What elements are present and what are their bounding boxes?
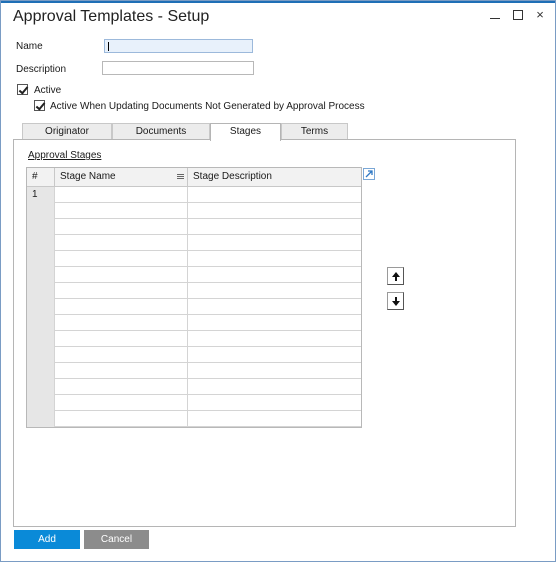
stage-name-cell[interactable] <box>55 363 188 379</box>
row-number-cell <box>27 235 55 251</box>
stage-description-cell[interactable] <box>188 331 362 347</box>
table-row[interactable] <box>27 379 361 395</box>
table-row[interactable]: 1 <box>27 187 361 203</box>
table-row[interactable] <box>27 315 361 331</box>
stage-description-cell[interactable] <box>188 363 362 379</box>
table-row[interactable] <box>27 347 361 363</box>
move-up-button[interactable] <box>387 267 404 285</box>
row-number-cell <box>27 283 55 299</box>
active-label: Active <box>34 85 62 96</box>
row-number-cell <box>27 315 55 331</box>
column-header-stage-description[interactable]: Stage Description <box>188 168 362 187</box>
table-row[interactable] <box>27 299 361 315</box>
table-row[interactable] <box>27 267 361 283</box>
table-row[interactable] <box>27 411 361 427</box>
stage-name-cell[interactable] <box>55 331 188 347</box>
row-number-cell <box>27 219 55 235</box>
row-number-cell <box>27 203 55 219</box>
row-number-cell <box>27 299 55 315</box>
tab-documents[interactable]: Documents <box>112 123 210 140</box>
stage-description-cell[interactable] <box>188 219 362 235</box>
close-button[interactable]: × <box>532 7 548 23</box>
row-number-cell <box>27 331 55 347</box>
maximize-icon <box>513 10 523 20</box>
stage-description-cell[interactable] <box>188 267 362 283</box>
tab-stages[interactable]: Stages <box>210 123 281 141</box>
minimize-icon <box>490 18 500 19</box>
table-row[interactable] <box>27 251 361 267</box>
stage-description-cell[interactable] <box>188 283 362 299</box>
text-caret <box>108 42 109 51</box>
table-row[interactable] <box>27 363 361 379</box>
window-title: Approval Templates - Setup <box>13 8 210 25</box>
stage-description-cell[interactable] <box>188 299 362 315</box>
name-input[interactable] <box>104 39 253 53</box>
move-down-button[interactable] <box>387 292 404 310</box>
table-row[interactable] <box>27 331 361 347</box>
expand-icon[interactable] <box>363 168 375 180</box>
stage-name-cell[interactable] <box>55 379 188 395</box>
stage-name-cell[interactable] <box>55 251 188 267</box>
stage-name-cell[interactable] <box>55 187 188 203</box>
row-number-cell <box>27 411 55 427</box>
stage-description-cell[interactable] <box>188 187 362 203</box>
stage-name-cell[interactable] <box>55 219 188 235</box>
stage-name-cell[interactable] <box>55 283 188 299</box>
row-number-cell <box>27 379 55 395</box>
table-row[interactable] <box>27 203 361 219</box>
arrow-up-icon <box>392 272 400 281</box>
description-label: Description <box>16 64 67 75</box>
tab-terms[interactable]: Terms <box>281 123 348 140</box>
stage-description-cell[interactable] <box>188 411 362 427</box>
active-when-updating-label: Active When Updating Documents Not Gener… <box>50 101 365 112</box>
tab-originator[interactable]: Originator <box>22 123 112 140</box>
table-row[interactable] <box>27 219 361 235</box>
stage-name-cell[interactable] <box>55 411 188 427</box>
table-row[interactable] <box>27 283 361 299</box>
stage-name-cell[interactable] <box>55 203 188 219</box>
name-label: Name <box>16 41 43 52</box>
menu-icon[interactable] <box>177 174 184 179</box>
window-accent-line <box>1 1 555 3</box>
stage-description-cell[interactable] <box>188 315 362 331</box>
row-number-cell <box>27 363 55 379</box>
cancel-button[interactable]: Cancel <box>84 530 149 549</box>
close-icon: × <box>536 7 544 22</box>
table-row[interactable] <box>27 395 361 411</box>
arrow-down-icon <box>392 297 400 306</box>
row-number-cell <box>27 347 55 363</box>
column-header-stage-name[interactable]: Stage Name <box>55 168 188 187</box>
stage-description-cell[interactable] <box>188 395 362 411</box>
minimize-button[interactable] <box>487 7 503 23</box>
approval-stages-title: Approval Stages <box>28 150 102 161</box>
row-number-cell: 1 <box>27 187 55 203</box>
table-row[interactable] <box>27 235 361 251</box>
stage-name-cell[interactable] <box>55 395 188 411</box>
row-number-cell <box>27 395 55 411</box>
table-header: # Stage Name Stage Description <box>27 168 361 187</box>
stage-description-cell[interactable] <box>188 251 362 267</box>
maximize-button[interactable] <box>510 7 526 23</box>
approval-stages-table: # Stage Name Stage Description 1 <box>26 167 362 428</box>
add-button[interactable]: Add <box>14 530 80 549</box>
description-input[interactable] <box>102 61 254 75</box>
column-header-number[interactable]: # <box>27 168 55 187</box>
stage-description-cell[interactable] <box>188 347 362 363</box>
active-when-updating-checkbox[interactable] <box>34 100 45 111</box>
stage-description-cell[interactable] <box>188 379 362 395</box>
row-number-cell <box>27 251 55 267</box>
stage-description-cell[interactable] <box>188 203 362 219</box>
stage-name-cell[interactable] <box>55 347 188 363</box>
active-checkbox[interactable] <box>17 84 28 95</box>
stage-description-cell[interactable] <box>188 235 362 251</box>
row-number-cell <box>27 267 55 283</box>
column-header-stage-name-label: Stage Name <box>60 171 116 182</box>
stage-name-cell[interactable] <box>55 235 188 251</box>
stage-name-cell[interactable] <box>55 267 188 283</box>
stage-name-cell[interactable] <box>55 299 188 315</box>
stage-name-cell[interactable] <box>55 315 188 331</box>
